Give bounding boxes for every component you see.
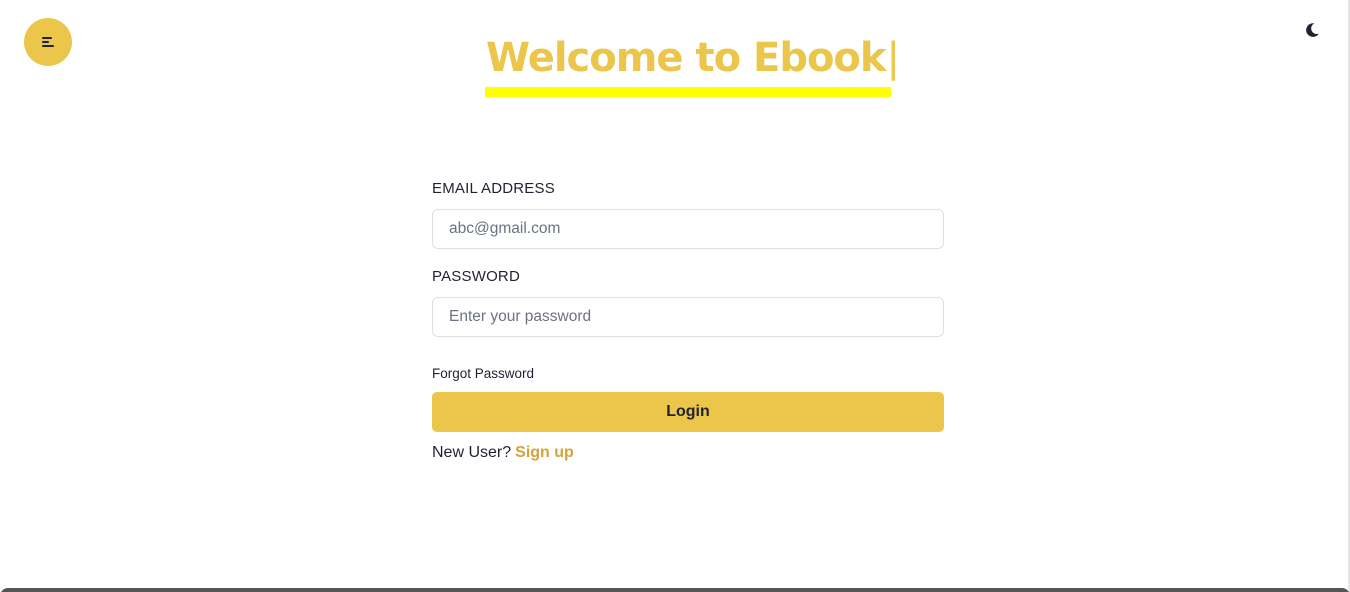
forgot-password-link[interactable]: Forgot Password: [432, 365, 534, 383]
title-highlight: [485, 87, 891, 97]
welcome-heading: Welcome to Ebook|: [484, 30, 900, 100]
moon-icon: [1306, 23, 1319, 37]
login-page: Welcome to Ebook| EMAIL ADDRESS PASSWORD…: [0, 0, 1350, 592]
footer-bar: [0, 588, 1350, 592]
signup-row: New User? Sign up: [432, 443, 944, 463]
signup-link[interactable]: Sign up: [515, 444, 574, 461]
dark-mode-toggle[interactable]: [1303, 21, 1321, 39]
password-label: PASSWORD: [432, 268, 520, 285]
login-button[interactable]: Login: [432, 392, 944, 432]
page-title: Welcome to Ebook|: [486, 30, 900, 86]
login-form: EMAIL ADDRESS PASSWORD Forgot Password L…: [432, 178, 944, 463]
email-field[interactable]: [432, 209, 944, 249]
menu-icon: [42, 37, 54, 47]
password-field[interactable]: [432, 297, 944, 337]
menu-button[interactable]: [24, 18, 72, 66]
new-user-text: New User?: [432, 444, 512, 461]
email-label: EMAIL ADDRESS: [432, 180, 555, 197]
typing-caret: |: [886, 35, 901, 81]
page-title-text: Welcome to Ebook: [486, 35, 887, 81]
